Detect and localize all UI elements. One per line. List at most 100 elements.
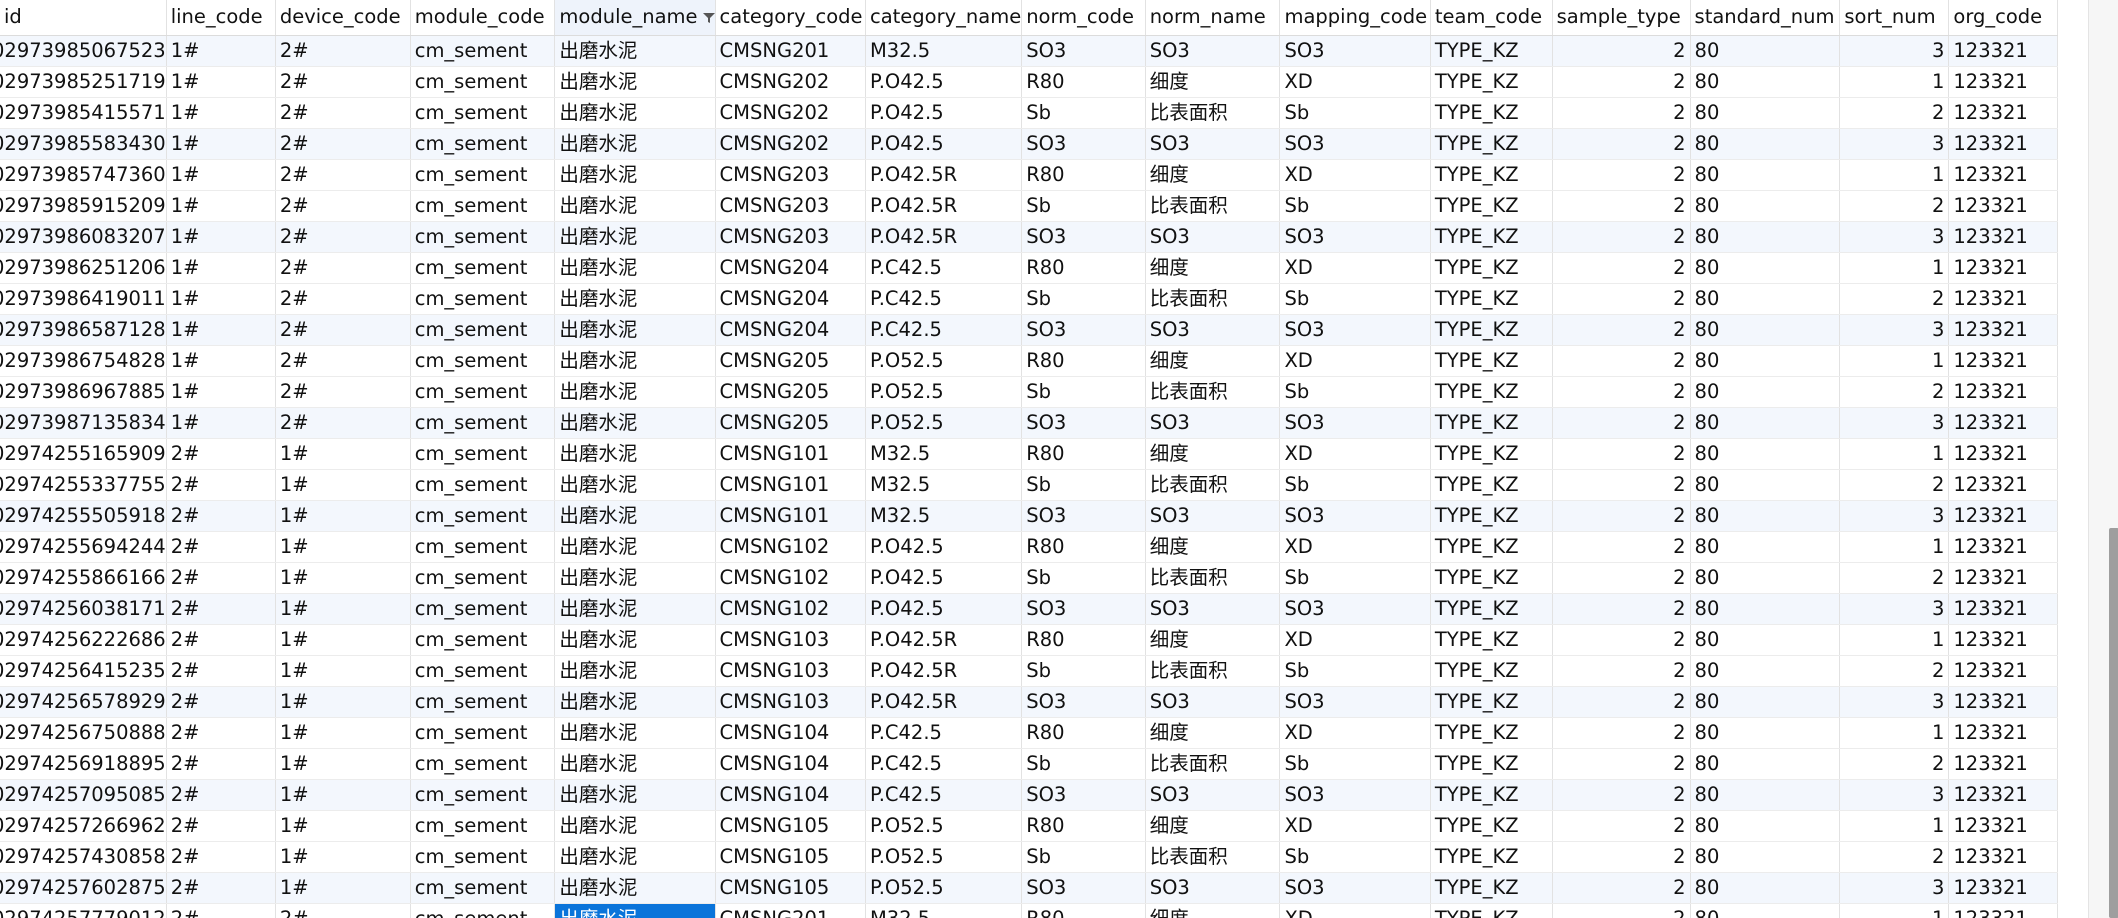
table-row[interactable]: 02973986587128 1# 2# cm_sement 出磨水泥 CMSNG204 P… [0, 314, 2058, 346]
cell-sample-type[interactable]: 2 [1552, 748, 1691, 780]
cell-sort-num[interactable]: 2 [1839, 841, 1950, 873]
cell-standard-num[interactable]: 80 [1690, 562, 1841, 594]
cell-team-code[interactable]: TYPE_KZ [1430, 655, 1553, 687]
cell-module-code[interactable]: cm_sement [410, 376, 556, 408]
cell-standard-num[interactable]: 80 [1690, 500, 1841, 532]
table-row[interactable]: 02974255165909 2# 1# cm_sement 出磨水泥 CMSNG101 M… [0, 438, 2058, 470]
table-row[interactable]: 02973985747360 1# 2# cm_sement 出磨水泥 CMSNG203 P… [0, 159, 2058, 191]
cell-line-code[interactable]: 2# [166, 841, 276, 873]
cell-id[interactable]: 02974256578929 [0, 686, 167, 718]
cell-module-code[interactable]: cm_sement [410, 252, 556, 284]
cell-norm-code[interactable]: SO3 [1021, 779, 1146, 811]
cell-team-code[interactable]: TYPE_KZ [1430, 593, 1553, 625]
cell-org-code[interactable]: 123321 [1948, 686, 2058, 718]
column-header-mapping-code[interactable]: mapping_code [1279, 0, 1431, 36]
cell-standard-num[interactable]: 80 [1690, 66, 1841, 98]
cell-category-code[interactable]: CMSNG105 [715, 810, 866, 842]
cell-category-code[interactable]: CMSNG203 [715, 159, 866, 191]
cell-standard-num[interactable]: 80 [1690, 97, 1841, 129]
cell-category-name[interactable]: M32.5 [865, 35, 1023, 67]
cell-team-code[interactable]: TYPE_KZ [1430, 717, 1553, 749]
cell-norm-code[interactable]: Sb [1021, 655, 1146, 687]
cell-norm-name[interactable]: 比表面积 [1145, 97, 1281, 129]
cell-org-code[interactable]: 123321 [1948, 97, 2058, 129]
cell-line-code[interactable]: 1# [166, 252, 276, 284]
cell-id[interactable]: 02973985583430 [0, 128, 167, 160]
cell-category-code[interactable]: CMSNG102 [715, 593, 866, 625]
cell-category-code[interactable]: CMSNG205 [715, 345, 866, 377]
cell-mapping-code[interactable]: XD [1279, 903, 1431, 918]
table-row[interactable]: 02973985251719 1# 2# cm_sement 出磨水泥 CMSNG202 P… [0, 66, 2058, 98]
cell-module-name[interactable]: 出磨水泥 [554, 128, 716, 160]
table-row[interactable]: 02974255694244 2# 1# cm_sement 出磨水泥 CMSNG102 P… [0, 531, 2058, 563]
cell-norm-name[interactable]: 比表面积 [1145, 469, 1281, 501]
cell-sort-num[interactable]: 3 [1839, 686, 1950, 718]
cell-category-code[interactable]: CMSNG201 [715, 35, 866, 67]
cell-sample-type[interactable]: 2 [1552, 686, 1691, 718]
cell-sort-num[interactable]: 1 [1839, 717, 1950, 749]
cell-category-code[interactable]: CMSNG202 [715, 128, 866, 160]
cell-category-name[interactable]: P.C42.5 [865, 314, 1023, 346]
cell-standard-num[interactable]: 80 [1690, 221, 1841, 253]
cell-norm-code[interactable]: R80 [1021, 810, 1146, 842]
cell-id[interactable]: 02973985251719 [0, 66, 167, 98]
cell-norm-code[interactable]: SO3 [1021, 593, 1146, 625]
cell-team-code[interactable]: TYPE_KZ [1430, 748, 1553, 780]
cell-sort-num[interactable]: 2 [1839, 190, 1950, 222]
column-header-category-code[interactable]: category_code [715, 0, 866, 36]
cell-module-name[interactable]: 出磨水泥 [554, 221, 716, 253]
cell-mapping-code[interactable]: SO3 [1279, 407, 1431, 439]
cell-mapping-code[interactable]: Sb [1279, 841, 1431, 873]
cell-sort-num[interactable]: 3 [1839, 221, 1950, 253]
cell-line-code[interactable]: 2# [166, 469, 276, 501]
cell-norm-code[interactable]: SO3 [1021, 35, 1146, 67]
cell-device-code[interactable]: 1# [275, 810, 411, 842]
cell-standard-num[interactable]: 80 [1690, 252, 1841, 284]
cell-org-code[interactable]: 123321 [1948, 655, 2058, 687]
table-row[interactable]: 02974256918895 2# 1# cm_sement 出磨水泥 CMSNG104 P… [0, 748, 2058, 780]
cell-standard-num[interactable]: 80 [1690, 469, 1841, 501]
cell-line-code[interactable]: 1# [166, 128, 276, 160]
cell-id[interactable]: 02974255165909 [0, 438, 167, 470]
cell-standard-num[interactable]: 80 [1690, 159, 1841, 191]
table-row[interactable]: 02973987135834 1# 2# cm_sement 出磨水泥 CMSNG205 P… [0, 407, 2058, 439]
cell-line-code[interactable]: 2# [166, 810, 276, 842]
cell-norm-code[interactable]: SO3 [1021, 128, 1146, 160]
cell-line-code[interactable]: 2# [166, 531, 276, 563]
cell-standard-num[interactable]: 80 [1690, 779, 1841, 811]
cell-sort-num[interactable]: 3 [1839, 593, 1950, 625]
cell-id[interactable]: 02973986754828 [0, 345, 167, 377]
cell-module-name[interactable]: 出磨水泥 [554, 841, 716, 873]
cell-norm-name[interactable]: 细度 [1145, 531, 1281, 563]
cell-module-name[interactable]: 出磨水泥 [554, 779, 716, 811]
cell-sort-num[interactable]: 1 [1839, 252, 1950, 284]
cell-standard-num[interactable]: 80 [1690, 345, 1841, 377]
cell-category-name[interactable]: P.C42.5 [865, 283, 1023, 315]
cell-sort-num[interactable]: 1 [1839, 66, 1950, 98]
cell-id[interactable]: 02973985747360 [0, 159, 167, 191]
cell-module-name[interactable]: 出磨水泥 [554, 97, 716, 129]
cell-module-code[interactable]: cm_sement [410, 686, 556, 718]
cell-norm-name[interactable]: 细度 [1145, 717, 1281, 749]
cell-team-code[interactable]: TYPE_KZ [1430, 283, 1553, 315]
cell-line-code[interactable]: 1# [166, 221, 276, 253]
table-row[interactable]: 02973986754828 1# 2# cm_sement 出磨水泥 CMSNG205 P… [0, 345, 2058, 377]
cell-id[interactable]: 02974257095085 [0, 779, 167, 811]
cell-team-code[interactable]: TYPE_KZ [1430, 221, 1553, 253]
cell-device-code[interactable]: 2# [275, 190, 411, 222]
cell-category-code[interactable]: CMSNG103 [715, 655, 866, 687]
cell-norm-code[interactable]: Sb [1021, 748, 1146, 780]
cell-module-code[interactable]: cm_sement [410, 407, 556, 439]
cell-id[interactable]: 02973987135834 [0, 407, 167, 439]
cell-line-code[interactable]: 2# [166, 500, 276, 532]
table-row[interactable]: 02973985067523 1# 2# cm_sement 出磨水泥 CMSNG201 M… [0, 35, 2058, 67]
cell-norm-code[interactable]: R80 [1021, 624, 1146, 656]
cell-id[interactable]: 02973986967885 [0, 376, 167, 408]
cell-module-code[interactable]: cm_sement [410, 872, 556, 904]
column-header-sample-type[interactable]: sample_type [1552, 0, 1691, 36]
cell-org-code[interactable]: 123321 [1948, 531, 2058, 563]
cell-team-code[interactable]: TYPE_KZ [1430, 562, 1553, 594]
cell-category-name[interactable]: P.O42.5R [865, 655, 1023, 687]
cell-line-code[interactable]: 2# [166, 593, 276, 625]
cell-category-name[interactable]: P.O42.5 [865, 66, 1023, 98]
